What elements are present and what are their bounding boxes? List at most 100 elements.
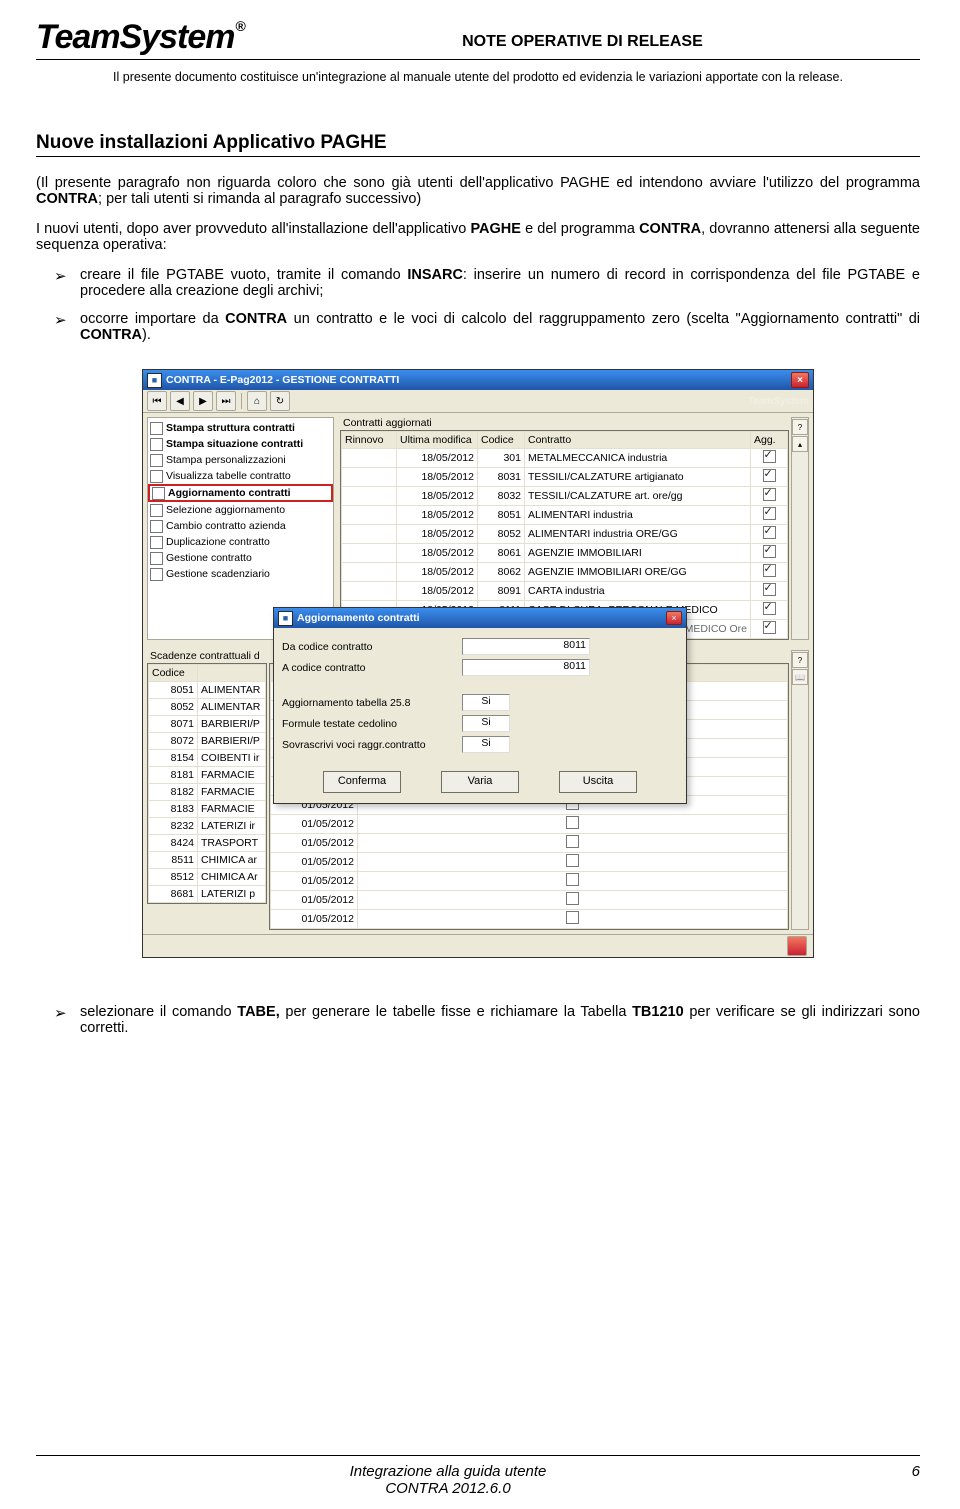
- table-row[interactable]: 18/05/20128091CARTA industria: [342, 582, 788, 601]
- exit-icon[interactable]: [787, 936, 807, 956]
- checkbox-icon[interactable]: [566, 816, 579, 829]
- table-row[interactable]: 8511CHIMICA ar: [149, 852, 266, 869]
- checkbox-icon[interactable]: [150, 536, 163, 549]
- table-row[interactable]: 18/05/20128031TESSILI/CALZATURE artigian…: [342, 468, 788, 487]
- modal-close-icon[interactable]: ×: [666, 611, 682, 625]
- table-row[interactable]: 8424TRASPORT: [149, 835, 266, 852]
- help-icon[interactable]: ?: [792, 419, 808, 435]
- table-row[interactable]: 01/05/2012: [271, 891, 788, 910]
- modal-input-to[interactable]: 8011: [462, 659, 590, 676]
- checkbox-icon[interactable]: [566, 873, 579, 886]
- app-window: ■ CONTRA - E-Pag2012 - GESTIONE CONTRATT…: [142, 369, 814, 958]
- checkbox-icon[interactable]: [150, 552, 163, 565]
- table-row[interactable]: 18/05/20128061AGENZIE IMMOBILIARI: [342, 544, 788, 563]
- checkbox-icon[interactable]: [566, 892, 579, 905]
- footer-rule: [36, 1455, 920, 1456]
- table-row[interactable]: 8181FARMACIE: [149, 767, 266, 784]
- toolbar-home-icon[interactable]: ⌂: [247, 391, 267, 411]
- col-header[interactable]: Agg.: [751, 432, 788, 449]
- table-row[interactable]: 01/05/2012: [271, 815, 788, 834]
- left-panel-item[interactable]: Selezione aggiornamento: [148, 502, 333, 518]
- checkbox-icon[interactable]: [763, 469, 776, 482]
- left-panel-item[interactable]: Stampa struttura contratti: [148, 420, 333, 436]
- left-panel-item[interactable]: Gestione contratto: [148, 550, 333, 566]
- toolbar-first-icon[interactable]: ⏮: [147, 391, 167, 411]
- checkbox-icon[interactable]: [763, 488, 776, 501]
- close-icon[interactable]: ×: [791, 372, 809, 388]
- left-panel-item[interactable]: Gestione scadenziario: [148, 566, 333, 582]
- checkbox-icon[interactable]: [763, 583, 776, 596]
- paragraph-2: I nuovi utenti, dopo aver provveduto all…: [36, 221, 920, 253]
- checkbox-icon[interactable]: [763, 564, 776, 577]
- left-panel-item[interactable]: Duplicazione contratto: [148, 534, 333, 550]
- col-header[interactable]: Contratto: [525, 432, 751, 449]
- table-row[interactable]: 18/05/20128032TESSILI/CALZATURE art. ore…: [342, 487, 788, 506]
- toolbar-refresh-icon[interactable]: ↻: [270, 391, 290, 411]
- modal-title: Aggiornamento contratti: [297, 612, 666, 624]
- checkbox-icon[interactable]: [763, 526, 776, 539]
- modal-input-sovra[interactable]: Si: [462, 736, 510, 753]
- table-row[interactable]: 01/05/2012: [271, 834, 788, 853]
- checkbox-icon[interactable]: [150, 504, 163, 517]
- checkbox-icon[interactable]: [150, 520, 163, 533]
- help-icon-2[interactable]: ?: [792, 652, 808, 668]
- table-row[interactable]: 8512CHIMICA Ar: [149, 869, 266, 886]
- app-titlebar[interactable]: ■ CONTRA - E-Pag2012 - GESTIONE CONTRATT…: [143, 370, 813, 390]
- left-panel-item[interactable]: Aggiornamento contratti: [148, 484, 333, 502]
- table-row[interactable]: 8072BARBIERI/P: [149, 733, 266, 750]
- checkbox-icon[interactable]: [763, 450, 776, 463]
- toolbar-next-icon[interactable]: ▶: [193, 391, 213, 411]
- left-panel-item[interactable]: Stampa personalizzazioni: [148, 452, 333, 468]
- checkbox-icon[interactable]: [150, 422, 163, 435]
- col-header[interactable]: Codice: [478, 432, 525, 449]
- col-header[interactable]: Codice: [149, 665, 198, 682]
- checkbox-icon[interactable]: [150, 568, 163, 581]
- checkbox-icon[interactable]: [566, 854, 579, 867]
- left-panel-item[interactable]: Stampa situazione contratti: [148, 436, 333, 452]
- table-row[interactable]: 8182FARMACIE: [149, 784, 266, 801]
- checkbox-icon[interactable]: [763, 621, 776, 634]
- modal-input-formule[interactable]: Si: [462, 715, 510, 732]
- up-arrow-icon[interactable]: ▴: [792, 436, 808, 452]
- modal-input-from[interactable]: 8011: [462, 638, 590, 655]
- checkbox-icon[interactable]: [150, 454, 163, 467]
- col-header[interactable]: Ultima modifica: [397, 432, 478, 449]
- modal-input-agg258[interactable]: Si: [462, 694, 510, 711]
- book-icon[interactable]: 📖: [792, 669, 808, 685]
- page-footer: Integrazione alla guida utente CONTRA 20…: [36, 1448, 920, 1498]
- bullet-1: creare il file PGTABE vuoto, tramite il …: [36, 267, 920, 299]
- modal-titlebar[interactable]: ■ Aggiornamento contratti ×: [274, 608, 686, 628]
- toolbar-prev-icon[interactable]: ◀: [170, 391, 190, 411]
- checkbox-icon[interactable]: [763, 545, 776, 558]
- table-row[interactable]: 01/05/2012: [271, 872, 788, 891]
- table-row[interactable]: 18/05/20128062AGENZIE IMMOBILIARI ORE/GG: [342, 563, 788, 582]
- checkbox-icon[interactable]: [763, 507, 776, 520]
- table-row[interactable]: 18/05/2012301METALMECCANICA industria: [342, 449, 788, 468]
- table-row[interactable]: 8681LATERIZI p: [149, 886, 266, 903]
- checkbox-icon[interactable]: [566, 911, 579, 924]
- modal-confirm-button[interactable]: Conferma: [323, 771, 401, 793]
- checkbox-icon[interactable]: [150, 470, 163, 483]
- left-panel-item[interactable]: Visualizza tabelle contratto: [148, 468, 333, 484]
- table-row[interactable]: 01/05/2012: [271, 853, 788, 872]
- table-row[interactable]: 8071BARBIERI/P: [149, 716, 266, 733]
- modal-exit-button[interactable]: Uscita: [559, 771, 637, 793]
- table-row[interactable]: 8154COIBENTI ir: [149, 750, 266, 767]
- table-row[interactable]: 01/05/2012: [271, 910, 788, 929]
- table-row[interactable]: 8052ALIMENTAR: [149, 699, 266, 716]
- table-row[interactable]: 18/05/20128052ALIMENTARI industria ORE/G…: [342, 525, 788, 544]
- table-row[interactable]: 8051ALIMENTAR: [149, 682, 266, 699]
- modal-vary-button[interactable]: Varia: [441, 771, 519, 793]
- checkbox-icon[interactable]: [763, 602, 776, 615]
- toolbar-last-icon[interactable]: ⏭: [216, 391, 236, 411]
- table-row[interactable]: 8183FARMACIE: [149, 801, 266, 818]
- col-header[interactable]: Rinnovo: [342, 432, 397, 449]
- lower-grid-left[interactable]: Codice8051ALIMENTAR8052ALIMENTAR8071BARB…: [147, 663, 267, 904]
- checkbox-icon[interactable]: [566, 835, 579, 848]
- checkbox-icon[interactable]: [150, 438, 163, 451]
- toolbar-sep: [241, 393, 242, 409]
- table-row[interactable]: 8232LATERIZI ir: [149, 818, 266, 835]
- checkbox-icon[interactable]: [152, 487, 165, 500]
- table-row[interactable]: 18/05/20128051ALIMENTARI industria: [342, 506, 788, 525]
- left-panel-item[interactable]: Cambio contratto azienda: [148, 518, 333, 534]
